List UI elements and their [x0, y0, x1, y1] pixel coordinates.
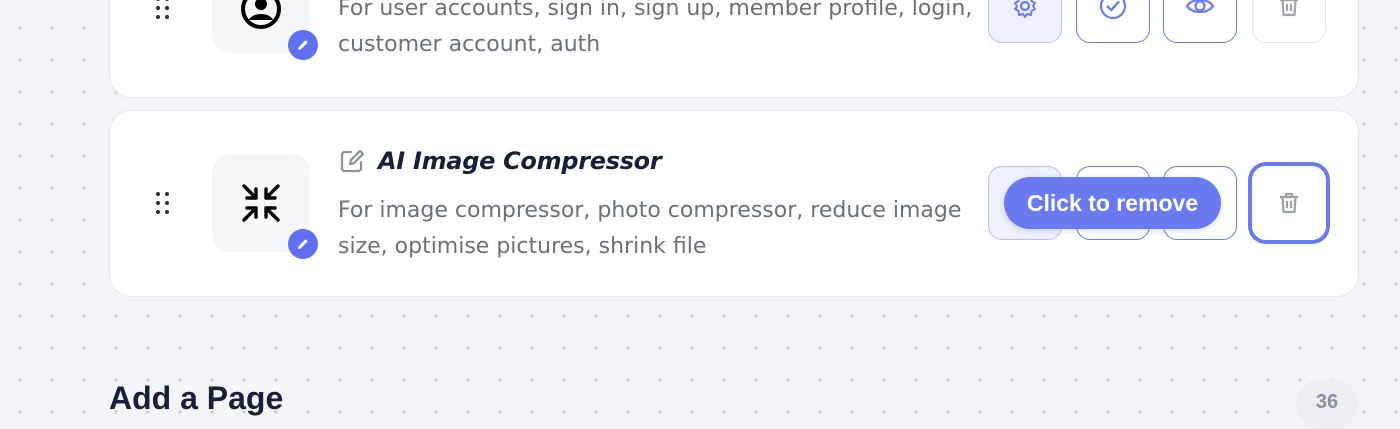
page-count-badge: 36: [1296, 379, 1358, 429]
delete-button[interactable]: [1252, 0, 1326, 43]
pencil-icon: [298, 40, 308, 50]
drag-handle-icon[interactable]: [156, 0, 170, 21]
page-item-user-accounts: For user accounts, sign in, sign up, mem…: [109, 0, 1359, 98]
user-circle-icon: [241, 0, 281, 29]
settings-button[interactable]: [988, 0, 1062, 43]
pencil-icon: [298, 239, 308, 249]
edit-square-icon[interactable]: [338, 147, 366, 175]
remove-tooltip: Click to remove: [1004, 177, 1221, 229]
delete-button[interactable]: [1252, 166, 1326, 240]
add-page-heading: Add a Page: [109, 380, 284, 416]
gear-icon: [1014, 0, 1036, 18]
page-description: For user accounts, sign in, sign up, mem…: [338, 0, 973, 57]
trash-icon: [1280, 192, 1298, 214]
page-description: For image compressor, photo compressor, …: [338, 198, 962, 259]
preview-button[interactable]: [1163, 0, 1237, 43]
edit-icon-button[interactable]: [288, 229, 318, 259]
compress-icon: [242, 184, 280, 222]
eye-icon: [1185, 0, 1215, 14]
edit-icon-button[interactable]: [288, 30, 318, 60]
page-title[interactable]: AI Image Compressor: [378, 147, 662, 175]
check-circle-icon: [1099, 0, 1127, 20]
drag-handle-icon[interactable]: [156, 192, 170, 216]
page-title-row: AI Image Compressor: [338, 147, 662, 175]
trash-icon: [1280, 0, 1298, 17]
approve-button[interactable]: [1076, 0, 1150, 43]
